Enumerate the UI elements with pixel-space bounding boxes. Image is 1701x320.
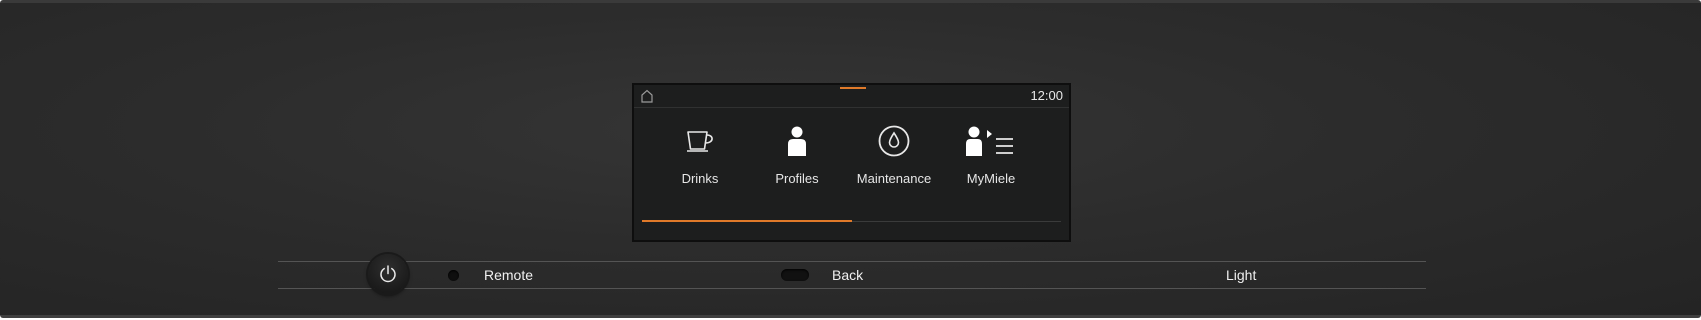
page-indicator <box>840 87 866 89</box>
display-status-bar: 12:00 <box>634 85 1069 108</box>
remote-indicator-led <box>448 270 459 281</box>
menu-item-label: MyMiele <box>966 171 1016 186</box>
menu-item-drinks[interactable]: Drinks <box>650 125 750 195</box>
menu-item-maintenance[interactable]: Maintenance <box>844 125 944 195</box>
scroll-position-bar <box>642 220 852 222</box>
back-button[interactable] <box>781 269 809 281</box>
menu-item-label: Maintenance <box>856 171 932 186</box>
home-icon[interactable] <box>640 89 654 103</box>
light-button[interactable]: Light <box>1226 267 1256 283</box>
drop-icon <box>844 125 944 157</box>
menu-item-label: Drinks <box>681 171 719 186</box>
menu-item-label: Profiles <box>775 171 819 186</box>
back-label: Back <box>832 267 864 283</box>
clock: 12:00 <box>1030 88 1063 103</box>
touch-display: 12:00 Drinks Profiles Maintenance MyMiel… <box>632 83 1071 242</box>
menu-item-profiles[interactable]: Profiles <box>747 125 847 195</box>
power-button[interactable] <box>368 254 408 294</box>
remote-label: Remote <box>484 267 534 283</box>
divider-line <box>278 261 1426 262</box>
cup-icon <box>650 125 750 155</box>
person-icon <box>747 125 847 157</box>
divider-line <box>278 288 1426 289</box>
menu-item-mymiele[interactable]: MyMiele <box>941 125 1041 195</box>
appliance-control-panel: 12:00 Drinks Profiles Maintenance MyMiel… <box>0 0 1701 318</box>
person-list-icon <box>941 125 1041 157</box>
